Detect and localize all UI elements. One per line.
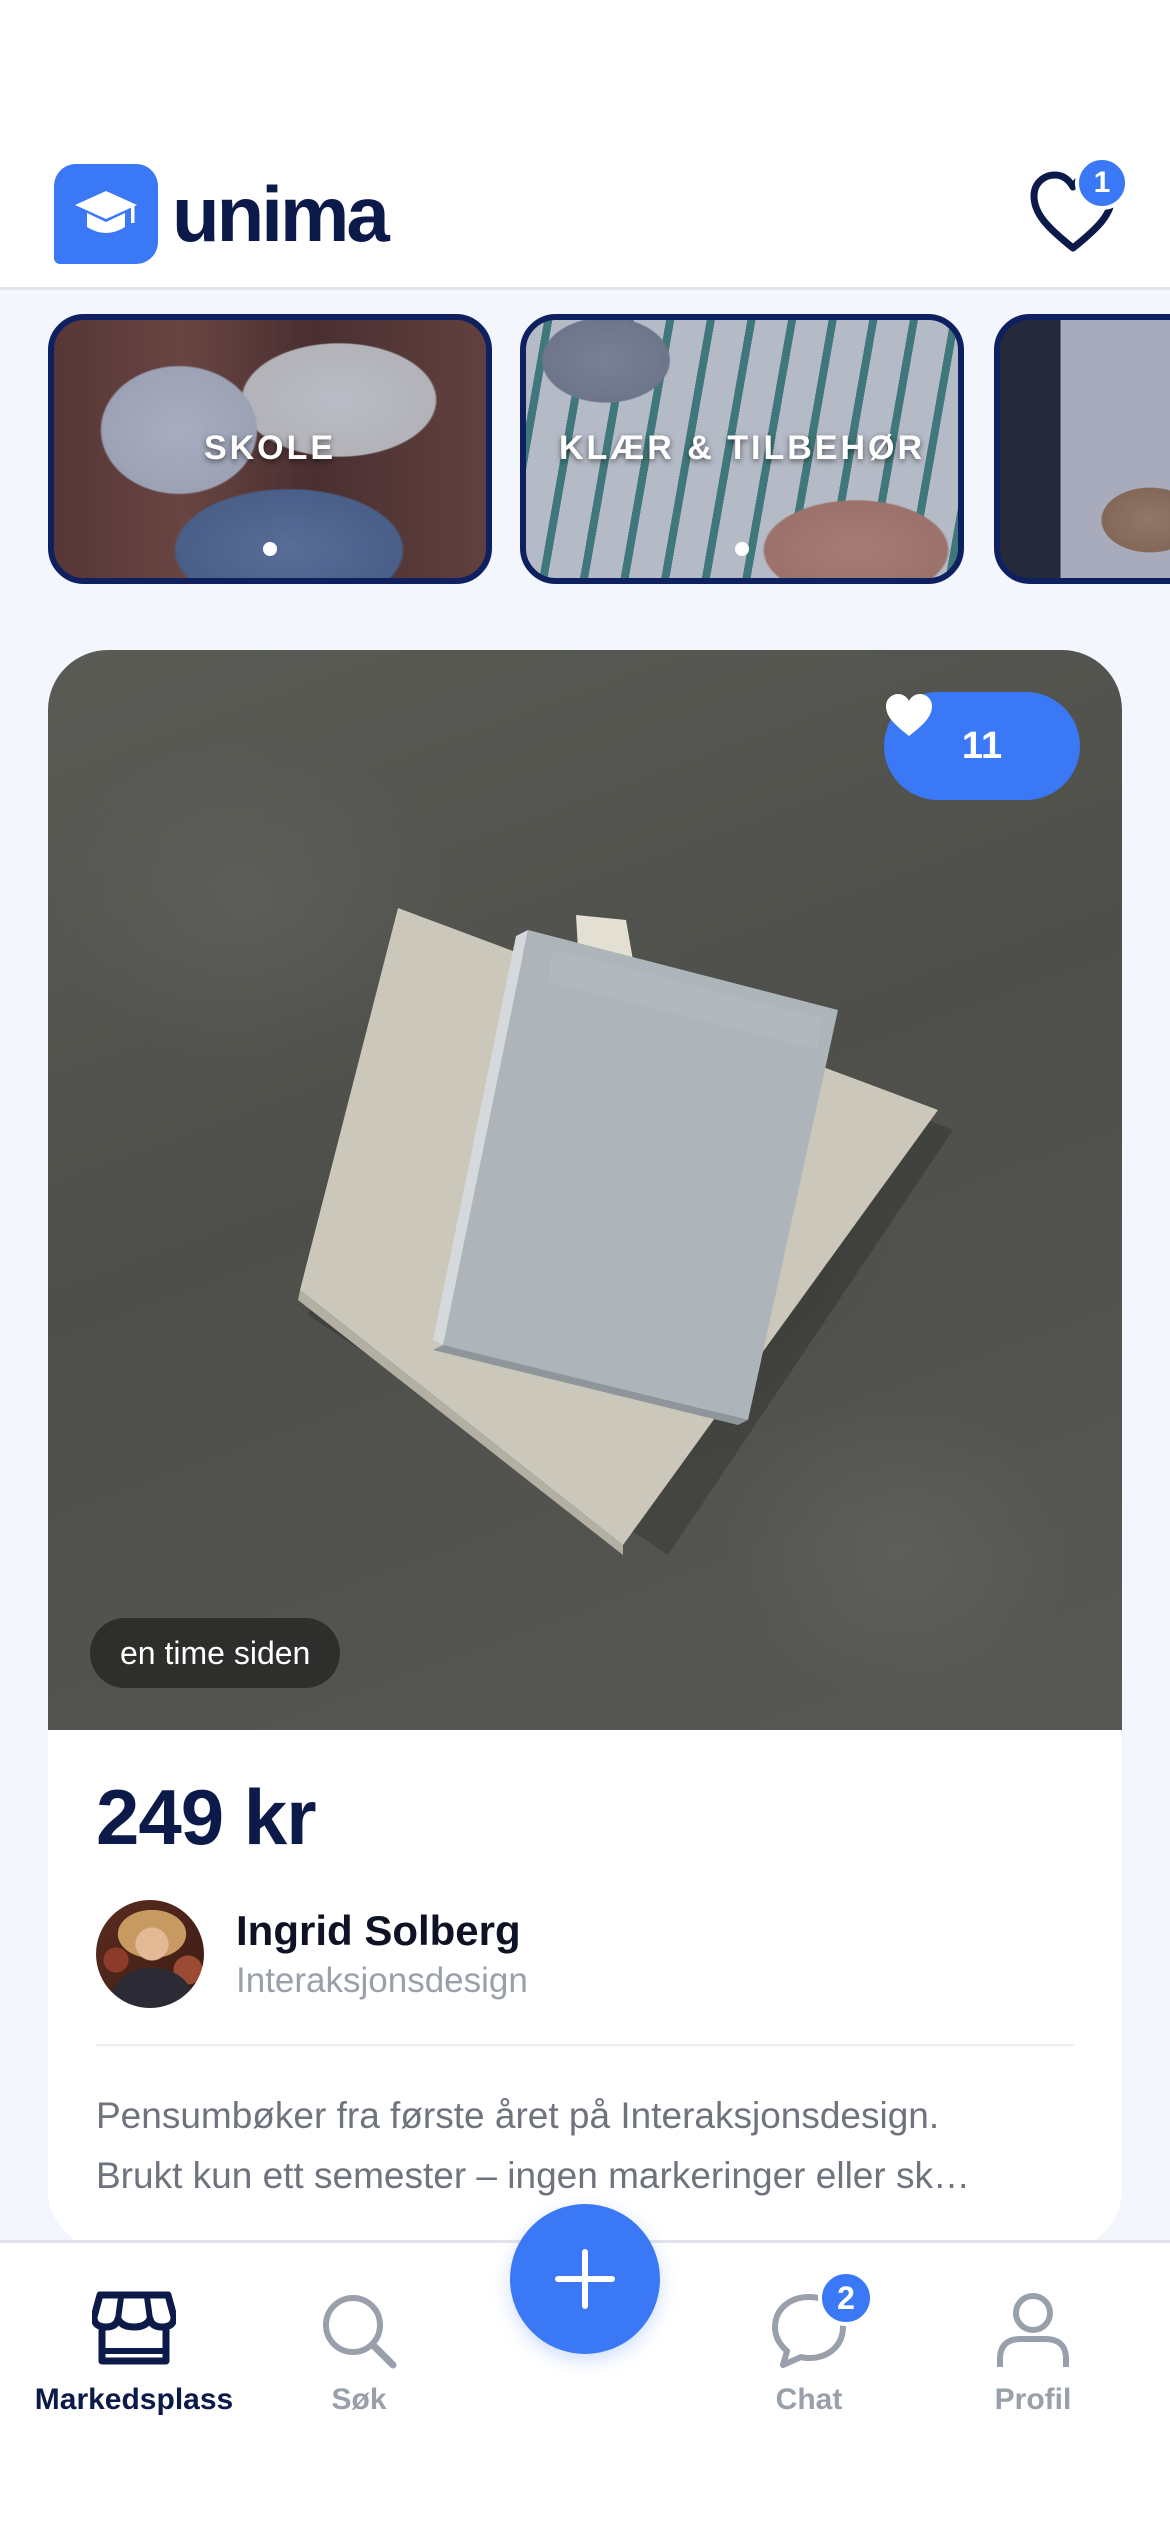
like-button[interactable]: 11 <box>884 692 1080 800</box>
plus-icon <box>555 2249 615 2309</box>
chat-unread-badge: 2 <box>818 2270 874 2326</box>
profile-icon <box>993 2291 1073 2376</box>
description-line: Pensumbøker fra første året på Interaksj… <box>96 2095 940 2136</box>
category-card-klaer[interactable]: KLÆR & TILBEHØR <box>520 314 964 584</box>
nav-item-profil[interactable]: Profil <box>916 2243 1150 2443</box>
app-header: unima 1 <box>0 0 1170 290</box>
nav-label: Chat <box>775 2383 843 2416</box>
posted-time-chip: en time siden <box>90 1618 341 1688</box>
seller-program: Interaksjonsdesign <box>236 1961 528 2000</box>
listing-card[interactable]: 11 en time siden 249 kr Ingrid Solberg I… <box>48 650 1122 2250</box>
seller-text: Ingrid Solberg Interaksjonsdesign <box>236 1907 528 2001</box>
create-listing-button[interactable] <box>510 2204 660 2354</box>
category-image-overlay <box>1000 320 1170 578</box>
category-card-skole[interactable]: SKOLE <box>48 314 492 584</box>
listing-price: 249 kr <box>96 1773 317 1861</box>
like-count: 11 <box>961 724 1003 767</box>
divider <box>96 2044 1074 2046</box>
nav-item-sok[interactable]: Søk <box>242 2243 476 2443</box>
listing-description: Pensumbøker fra første året på Interaksj… <box>96 2086 1076 2206</box>
storefront-icon <box>90 2291 178 2372</box>
seller-avatar[interactable] <box>96 1900 204 2008</box>
app-logo[interactable]: unima <box>54 164 390 264</box>
nav-item-markedsplass[interactable]: Markedsplass <box>17 2243 251 2443</box>
seller-info[interactable]: Ingrid Solberg Interaksjonsdesign <box>96 1900 528 2008</box>
category-indicator-dot <box>735 542 749 556</box>
category-card-interior[interactable] <box>994 314 1170 584</box>
description-line: Brukt kun ett semester – ingen markering… <box>96 2155 970 2196</box>
nav-label: Markedsplass <box>34 2383 234 2416</box>
heart-filled-icon <box>886 694 932 736</box>
category-label: KLÆR & TILBEHØR <box>558 428 926 467</box>
category-carousel[interactable]: SKOLE KLÆR & TILBEHØR <box>0 314 1170 586</box>
nav-item-chat[interactable]: Chat <box>692 2243 926 2443</box>
category-label: SKOLE <box>203 428 337 467</box>
favorites-count-badge: 1 <box>1075 156 1129 210</box>
nav-label: Søk <box>331 2383 387 2416</box>
nav-label: Profil <box>994 2383 1072 2416</box>
graduation-cap-icon <box>54 164 158 264</box>
category-indicator-dot <box>263 542 277 556</box>
logo-wordmark: unima <box>172 170 390 258</box>
seller-name: Ingrid Solberg <box>236 1907 521 1954</box>
search-icon <box>319 2291 399 2376</box>
listing-photo[interactable]: 11 en time siden <box>48 650 1122 1730</box>
books-illustration <box>298 908 953 1555</box>
